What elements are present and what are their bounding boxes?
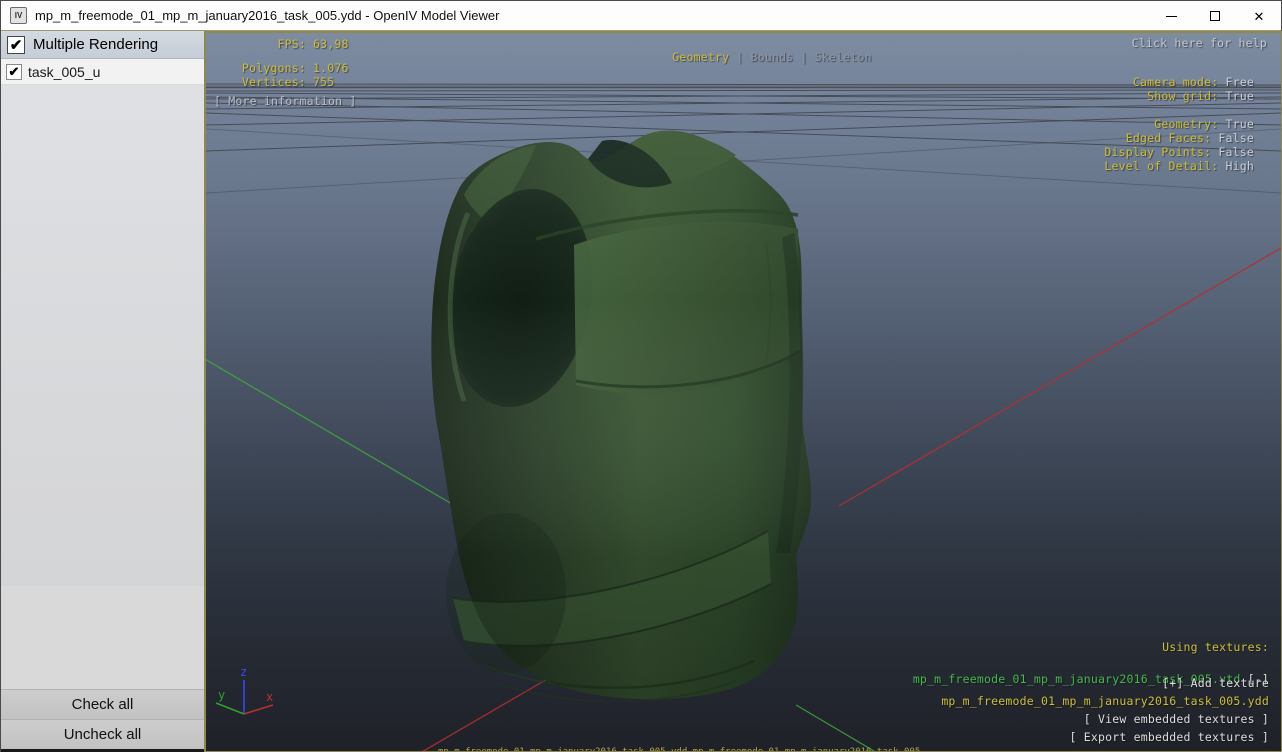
axis-y-label: y [218, 688, 225, 702]
view-embedded-textures-button[interactable]: [ View embedded textures ] [1084, 712, 1269, 726]
minimize-icon [1165, 15, 1177, 17]
multiple-rendering-checkbox[interactable]: ✔ [7, 35, 25, 54]
tab-bounds[interactable]: Bounds [751, 50, 794, 64]
app-icon: IV [10, 7, 27, 24]
level-of-detail-label: Level of Detail: [1104, 159, 1219, 173]
tab-separator-1: | [736, 50, 744, 64]
minimize-button[interactable] [1149, 1, 1193, 31]
axis-x-world-line [838, 247, 1281, 507]
more-information-link[interactable]: [ More information ] [214, 94, 356, 108]
axis-gizmo: z y x [215, 665, 274, 715]
check-all-button[interactable]: Check all [1, 689, 204, 719]
show-grid-label: Show grid: [1147, 89, 1219, 103]
count-panel: 1 [1, 586, 204, 689]
tab-geometry[interactable]: Geometry [672, 50, 729, 64]
model-label: task_005_u [28, 63, 101, 80]
axis-x-label: x [266, 690, 273, 704]
axis-x-line [243, 704, 274, 715]
close-button[interactable]: ✕ [1237, 1, 1281, 31]
bottom-clipped-text: mp_m_freemode_01_mp_m_january2016_task_0… [438, 747, 1275, 751]
tab-separator-2: | [800, 50, 808, 64]
axis-z-label: z [240, 665, 247, 679]
export-embedded-textures-button[interactable]: [ Export embedded textures ] [1070, 730, 1269, 744]
window-titlebar: IV mp_m_freemode_01_mp_m_january2016_tas… [1, 1, 1281, 31]
model-vest [431, 130, 812, 703]
multiple-rendering-row[interactable]: ✔ Multiple Rendering [1, 31, 204, 59]
level-of-detail-row[interactable]: Level of Detail: High [1047, 145, 1254, 187]
app-window: IV mp_m_freemode_01_mp_m_january2016_tas… [0, 0, 1282, 752]
ydd-file-row: mp_m_freemode_01_mp_m_january2016_task_0… [941, 694, 1269, 708]
maximize-icon [1210, 11, 1220, 21]
axis-y-world-line [206, 359, 453, 505]
level-of-detail-value: High [1225, 159, 1254, 173]
axis-y-line [215, 702, 245, 715]
viewport-canvas[interactable]: z y x FPS: 63,98 Polygons: 1.076 Vertice… [206, 33, 1281, 751]
maximize-button[interactable] [1193, 1, 1237, 31]
sidebar: ✔ Multiple Rendering ✔ task_005_u 1 Chec… [1, 31, 204, 752]
model-list-item[interactable]: ✔ task_005_u [1, 59, 204, 85]
model-checkbox[interactable]: ✔ [6, 63, 22, 80]
multiple-rendering-label: Multiple Rendering [33, 36, 159, 53]
close-icon: ✕ [1253, 8, 1265, 24]
axis-x-world-line-2 [422, 670, 562, 751]
axis-y-world-line-2 [795, 704, 875, 751]
textures-header: Using textures: [1162, 640, 1269, 654]
tab-skeleton[interactable]: Skeleton [815, 50, 872, 64]
viewport-frame: z y x FPS: 63,98 Polygons: 1.076 Vertice… [204, 31, 1282, 752]
add-texture-button[interactable]: [+] Add texture [1162, 676, 1269, 690]
help-link[interactable]: Click here for help [1132, 36, 1267, 50]
show-grid-value: True [1225, 89, 1254, 103]
uncheck-all-button[interactable]: Uncheck all [1, 719, 204, 749]
window-title: mp_m_freemode_01_mp_m_january2016_task_0… [35, 8, 500, 23]
